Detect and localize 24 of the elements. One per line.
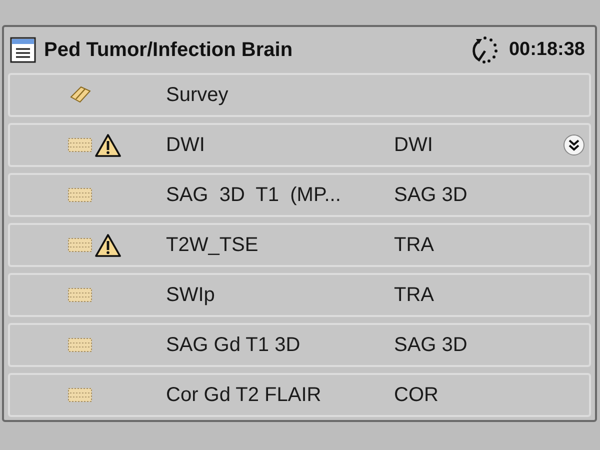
expand-icon[interactable] [563,134,585,156]
scan-name: Survey [166,84,230,106]
scan-orientation: TRA [394,234,434,256]
scan-row[interactable]: SAG Gd T1 3D SAG 3D [8,323,591,367]
scan-orientation: DWI [394,134,433,156]
exam-title: Ped Tumor/Infection Brain [44,38,294,62]
scan-name: SWIp [166,284,216,306]
scan-name: DWI [166,134,206,156]
scan-name: SAG 3D T1 (MP... [166,184,342,206]
scan-orientation: TRA [394,284,434,306]
scan-name: Cor Gd T2 FLAIR [166,384,322,406]
scan-name: SAG Gd T1 3D [166,334,302,356]
scan-name: T2W_TSE [166,234,260,256]
scan-row[interactable]: SAG 3D T1 (MP... SAG 3D [8,173,591,217]
duration-text: 00:18:38 [508,39,585,61]
scan-row[interactable]: DWI DWI [8,123,591,167]
scan-orientation: SAG 3D [394,184,468,206]
scan-row[interactable]: Cor Gd T2 FLAIR COR [8,373,591,417]
scan-row[interactable]: T2W_TSE TRA [8,223,591,267]
scan-orientation: SAG 3D [394,334,468,356]
scan-row[interactable]: SWIp TRA [8,273,591,317]
list-icon [10,37,36,63]
scan-orientation: COR [394,384,438,406]
scan-row[interactable]: Survey [8,73,591,117]
